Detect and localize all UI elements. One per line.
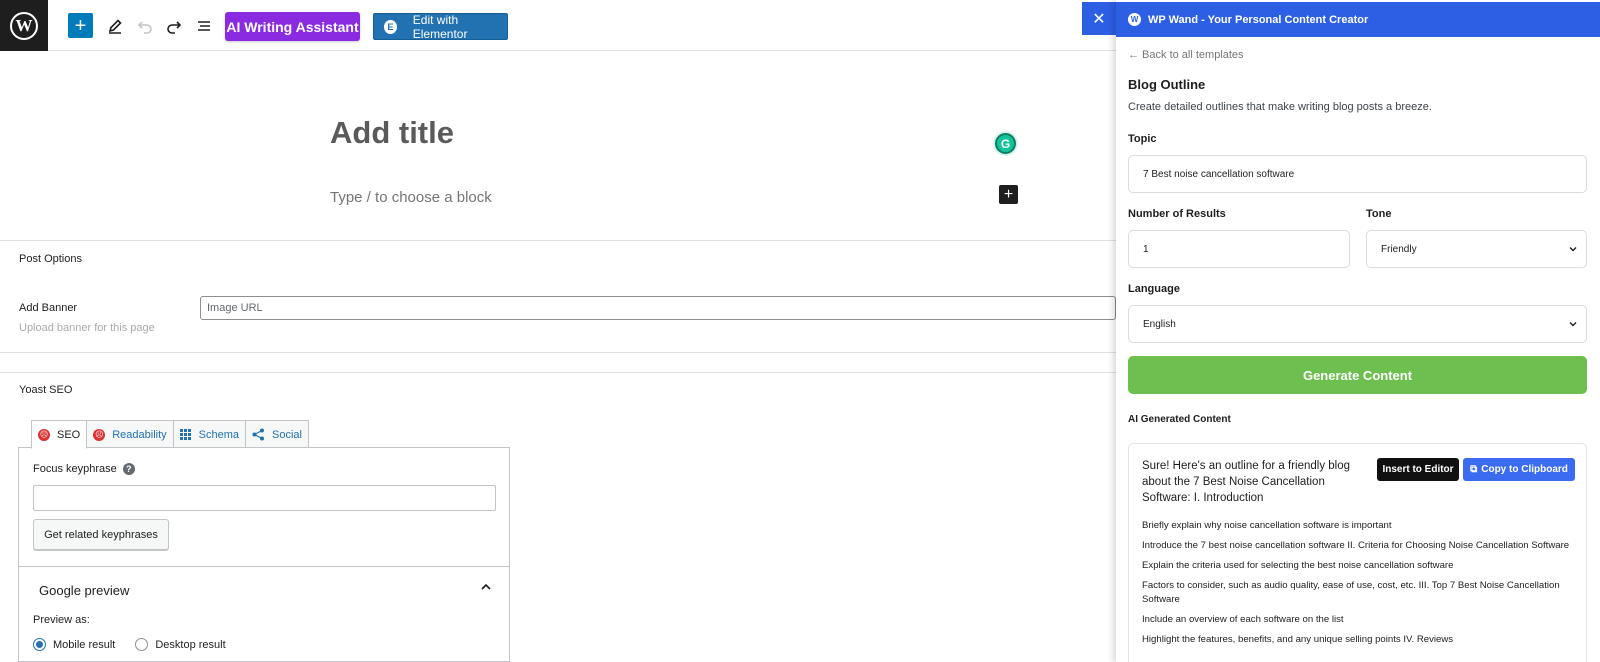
list-item: Briefly explain why noise cancellation s… xyxy=(1142,520,1392,531)
divider xyxy=(0,240,1116,241)
chevron-down-icon xyxy=(1568,319,1578,329)
list-item: Explain the criteria used for selecting … xyxy=(1142,560,1454,571)
block-placeholder[interactable]: Type / to choose a block xyxy=(330,189,492,206)
grammarly-icon[interactable]: G xyxy=(995,133,1016,154)
focus-keyphrase-text: Focus keyphrase xyxy=(33,463,117,475)
template-title: Blog Outline xyxy=(1128,77,1206,92)
yoast-tabs: ☹ SEO ☹ Readability Schema Social xyxy=(31,420,309,449)
tab-social-label: Social xyxy=(272,428,302,441)
google-preview-title[interactable]: Google preview xyxy=(39,583,129,598)
yoast-seo-panel: Focus keyphrase ? Get related keyphrases… xyxy=(18,447,510,662)
edit-with-elementor-button[interactable]: E Edit with Elementor xyxy=(373,12,508,41)
tab-readability[interactable]: ☹ Readability xyxy=(86,420,174,448)
copy-to-clipboard-label: Copy to Clipboard xyxy=(1481,464,1568,475)
tone-value: Friendly xyxy=(1381,243,1417,255)
template-description: Create detailed outlines that make writi… xyxy=(1128,101,1432,113)
wp-wand-header-title: WP Wand - Your Personal Content Creator xyxy=(1148,13,1369,26)
elementor-icon: E xyxy=(384,19,397,34)
preview-as-label: Preview as: xyxy=(33,614,90,626)
list-item: Highlight the features, benefits, and an… xyxy=(1142,634,1454,645)
yoast-seo-title: Yoast SEO xyxy=(19,384,73,396)
redo-icon[interactable] xyxy=(162,14,186,38)
list-item: Include an overview of each software on … xyxy=(1142,614,1344,625)
wordpress-logo-icon[interactable]: W xyxy=(0,0,48,51)
wp-wand-header: W WP Wand - Your Personal Content Creato… xyxy=(1116,2,1600,37)
ai-output-box: Sure! Here's an outline for a friendly b… xyxy=(1128,443,1587,662)
language-select[interactable]: English xyxy=(1128,305,1587,343)
chevron-down-icon xyxy=(1568,244,1578,254)
tab-seo[interactable]: ☹ SEO xyxy=(31,420,88,449)
language-value: English xyxy=(1143,318,1176,330)
tone-select[interactable]: Friendly xyxy=(1366,230,1587,268)
back-to-templates-link[interactable]: ← Back to all templates xyxy=(1128,49,1244,61)
number-of-results-label: Number of Results xyxy=(1128,208,1226,220)
list-item: Factors to consider, such as audio quali… xyxy=(1142,580,1560,605)
tab-readability-label: Readability xyxy=(112,428,167,441)
mobile-result-label[interactable]: Mobile result xyxy=(53,639,115,651)
tab-social[interactable]: Social xyxy=(245,420,309,448)
insert-to-editor-button[interactable]: Insert to Editor xyxy=(1377,458,1459,481)
focus-keyphrase-input[interactable] xyxy=(33,485,496,511)
tab-schema[interactable]: Schema xyxy=(172,420,247,448)
image-url-input[interactable]: Image URL xyxy=(200,296,1116,320)
generate-content-button[interactable]: Generate Content xyxy=(1128,356,1587,394)
image-url-placeholder: Image URL xyxy=(207,302,263,314)
list-item: Introduce the 7 best noise cancellation … xyxy=(1142,540,1570,551)
sad-face-icon: ☹ xyxy=(38,428,50,441)
output-list: Briefly explain why noise cancellation s… xyxy=(1142,519,1574,653)
get-related-keyphrases-button[interactable]: Get related keyphrases xyxy=(33,519,169,550)
inline-add-block-button[interactable]: + xyxy=(999,185,1018,204)
wordpress-logo-glyph: W xyxy=(10,11,38,40)
post-options-title: Post Options xyxy=(19,253,82,265)
pencil-icon[interactable] xyxy=(103,14,127,38)
ai-writing-assistant-button[interactable]: AI Writing Assistant xyxy=(225,12,360,41)
share-icon xyxy=(252,428,265,441)
copy-icon: ⧉ xyxy=(1470,464,1478,475)
preview-mode-radios: Mobile result Desktop result xyxy=(33,638,246,651)
copy-to-clipboard-button[interactable]: ⧉ Copy to Clipboard xyxy=(1463,458,1575,481)
output-intro: Sure! Here's an outline for a friendly b… xyxy=(1142,460,1351,504)
list-view-icon[interactable] xyxy=(192,14,216,38)
wp-wand-panel: W WP Wand - Your Personal Content Creato… xyxy=(1116,0,1600,662)
post-title-input[interactable]: Add title xyxy=(330,115,454,151)
close-icon[interactable]: ✕ xyxy=(1082,2,1116,35)
grid-icon xyxy=(179,428,192,441)
topic-input[interactable]: 7 Best noise cancellation software xyxy=(1128,155,1587,193)
tab-schema-label: Schema xyxy=(198,428,240,441)
wp-wand-logo-icon: W xyxy=(1128,13,1141,26)
number-of-results-value: 1 xyxy=(1143,243,1149,255)
divider xyxy=(19,566,509,567)
topic-label: Topic xyxy=(1128,133,1157,145)
desktop-result-radio[interactable] xyxy=(135,638,149,651)
sad-face-icon: ☹ xyxy=(93,428,106,441)
chevron-up-icon[interactable] xyxy=(479,580,493,594)
add-banner-help: Upload banner for this page xyxy=(19,322,155,334)
undo-icon[interactable] xyxy=(133,14,157,38)
help-icon[interactable]: ? xyxy=(122,463,135,475)
edit-with-elementor-label: Edit with Elementor xyxy=(412,12,468,41)
divider xyxy=(0,352,1116,353)
topic-value: 7 Best noise cancellation software xyxy=(1143,168,1295,180)
tone-label: Tone xyxy=(1366,208,1392,220)
focus-keyphrase-label: Focus keyphrase ? xyxy=(33,463,135,475)
add-banner-label: Add Banner xyxy=(19,302,78,314)
add-block-button[interactable]: + xyxy=(68,13,93,38)
number-of-results-input[interactable]: 1 xyxy=(1128,230,1350,268)
divider xyxy=(0,372,1116,373)
mobile-result-radio[interactable] xyxy=(33,638,46,651)
tab-seo-label: SEO xyxy=(57,428,81,441)
language-label: Language xyxy=(1128,283,1180,295)
ai-generated-content-label: AI Generated Content xyxy=(1128,414,1231,425)
desktop-result-label[interactable]: Desktop result xyxy=(155,639,225,651)
